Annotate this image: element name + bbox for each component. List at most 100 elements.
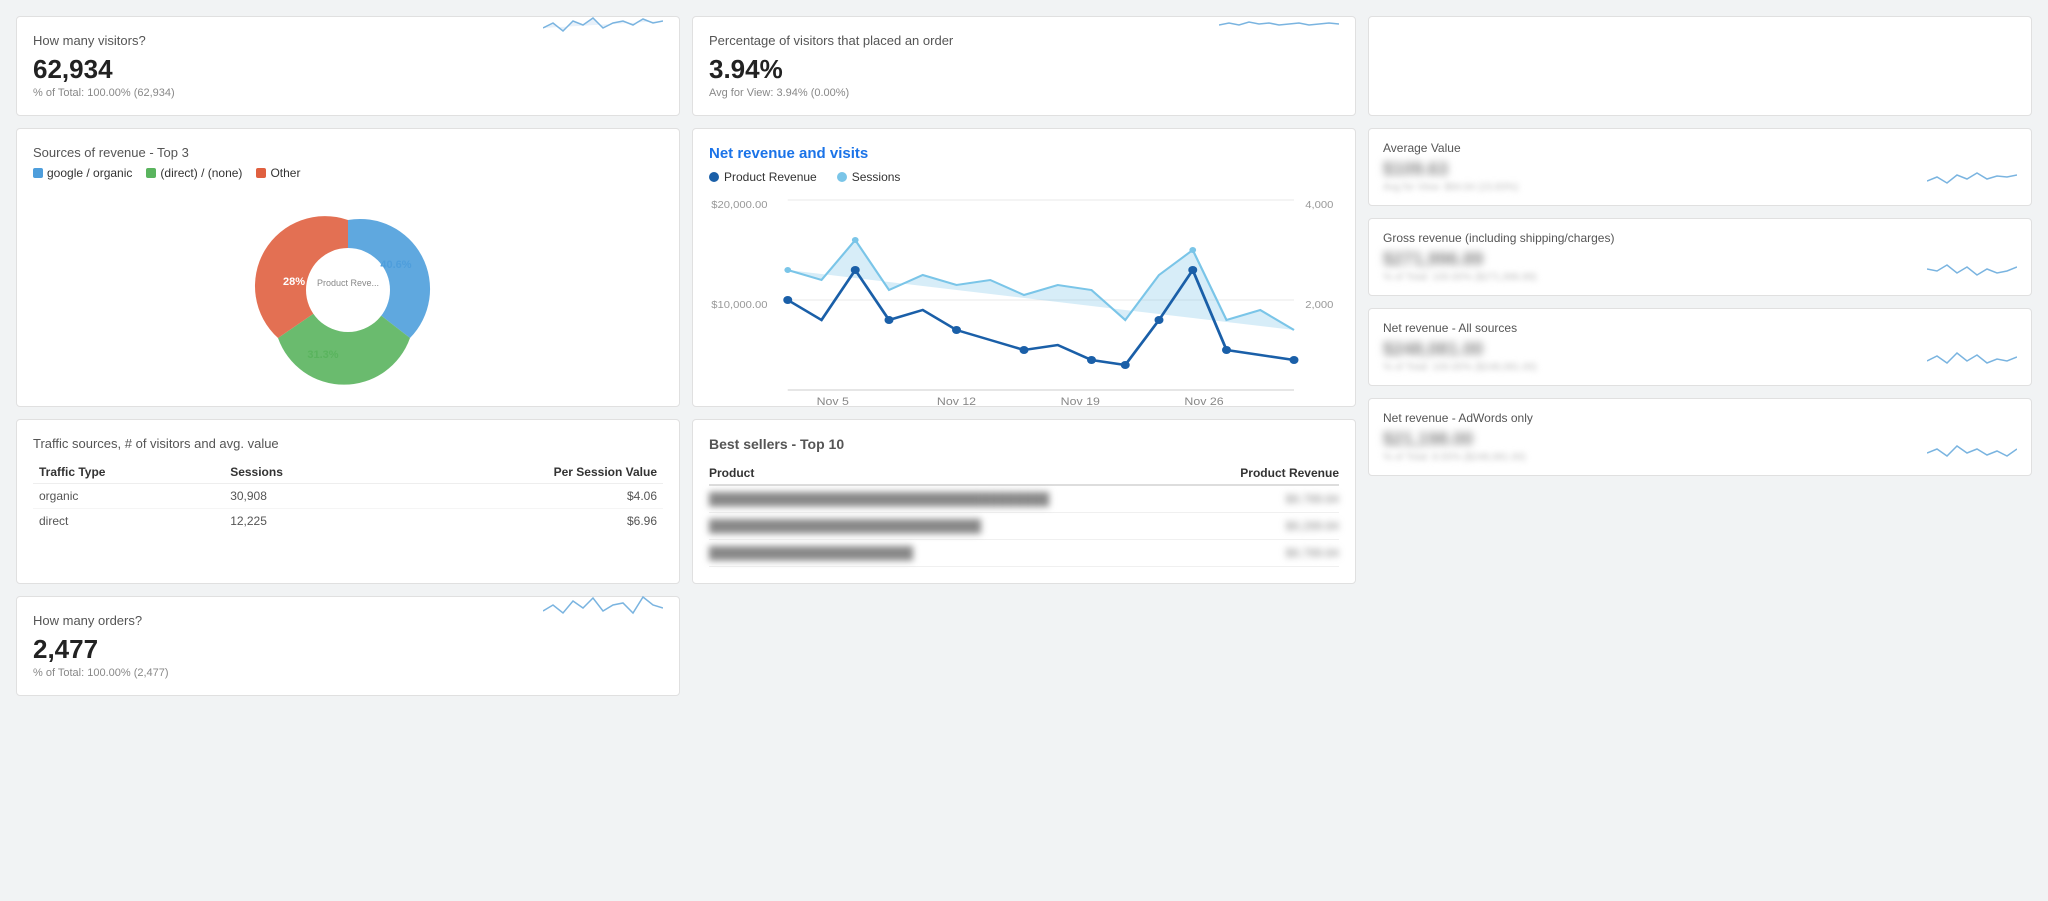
legend-circle-revenue	[709, 172, 719, 182]
traffic-sessions-organic: 30,908	[224, 484, 382, 509]
conversion-value: 3.94%	[709, 54, 1219, 85]
svg-text:$10,000.00: $10,000.00	[711, 300, 767, 311]
right-metric-0-card	[1368, 16, 2032, 116]
bestsellers-title: Best sellers - Top 10	[709, 436, 1339, 452]
avg-value-value: $109.63	[1383, 159, 1518, 180]
col-per-session-value: Per Session Value	[382, 461, 663, 484]
net-revenue-legend: Product Revenue Sessions	[709, 170, 1339, 184]
legend-dot-direct	[146, 168, 156, 178]
net-revenue-all-row: $248,081.00 % of Total: 100.00% ($248,08…	[1383, 339, 2017, 373]
svg-text:2,000: 2,000	[1305, 300, 1333, 311]
traffic-value-organic: $4.06	[382, 484, 663, 509]
net-revenue-all-sub: % of Total: 100.00% ($248,081.00)	[1383, 362, 1537, 373]
orders-card: How many orders? 2,477 % of Total: 100.0…	[16, 596, 680, 696]
sources-card: Sources of revenue - Top 3 google / orga…	[16, 128, 680, 407]
gross-revenue-card: Gross revenue (including shipping/charge…	[1368, 218, 2032, 296]
svg-text:31.3%: 31.3%	[307, 349, 338, 361]
gross-revenue-title: Gross revenue (including shipping/charge…	[1383, 231, 2017, 245]
legend-label-google: google / organic	[47, 166, 132, 180]
svg-text:Product Reve...: Product Reve...	[317, 278, 379, 288]
right-col: Average Value $109.63 Avg for View: $94.…	[1368, 128, 2032, 584]
avg-value-row: $109.63 Avg for View: $94.64 (15.83%)	[1383, 159, 2017, 193]
visitors-sparkline	[543, 3, 663, 43]
col-traffic-type: Traffic Type	[33, 461, 224, 484]
net-revenue-chart: $20,000.00 $10,000.00 4,000 2,000	[709, 190, 1339, 390]
svg-text:40.6%: 40.6%	[380, 259, 411, 271]
net-revenue-all-value: $248,081.00	[1383, 339, 1537, 360]
traffic-header-row: Traffic Type Sessions Per Session Value	[33, 461, 663, 484]
bs-product-3: ████████████████████████	[709, 540, 1197, 567]
traffic-type-direct: direct	[33, 509, 224, 534]
bs-header-row: Product Product Revenue	[709, 462, 1339, 485]
conversion-card: Percentage of visitors that placed an or…	[692, 16, 1356, 116]
visitors-value: 62,934	[33, 54, 543, 85]
bestsellers-card: Best sellers - Top 10 Product Product Re…	[692, 419, 1356, 584]
traffic-row-organic: organic 30,908 $4.06	[33, 484, 663, 509]
svg-text:Nov 19: Nov 19	[1061, 396, 1100, 408]
bestsellers-table: Product Product Revenue ████████████████…	[709, 462, 1339, 567]
svg-text:Nov 26: Nov 26	[1184, 396, 1223, 408]
bs-row-2: ████████████████████████████████ $9,289.…	[709, 513, 1339, 540]
traffic-row-direct: direct 12,225 $6.96	[33, 509, 663, 534]
conversion-sparkline	[1219, 3, 1339, 43]
bs-col-product: Product	[709, 462, 1197, 485]
bs-product-2: ████████████████████████████████	[709, 513, 1197, 540]
traffic-table: Traffic Type Sessions Per Session Value …	[33, 461, 663, 533]
sources-title: Sources of revenue - Top 3	[33, 145, 663, 160]
conversion-subtitle: Avg for View: 3.94% (0.00%)	[709, 87, 1219, 99]
col-sessions: Sessions	[224, 461, 382, 484]
conversion-title: Percentage of visitors that placed an or…	[709, 33, 1219, 48]
orders-sparkline	[543, 583, 663, 623]
svg-text:28%: 28%	[283, 276, 305, 288]
sources-legend: google / organic (direct) / (none) Other	[33, 166, 663, 180]
net-revenue-adwords-row: $21,198.00 % of Total: 8.55% ($248,081.0…	[1383, 429, 2017, 463]
orders-subtitle: % of Total: 100.00% (2,477)	[33, 667, 543, 679]
avg-value-sub: Avg for View: $94.64 (15.83%)	[1383, 182, 1518, 193]
net-revenue-adwords-sub: % of Total: 8.55% ($248,081.00)	[1383, 452, 1526, 463]
legend-label-other: Other	[270, 166, 300, 180]
legend-dot-google	[33, 168, 43, 178]
net-revenue-all-title: Net revenue - All sources	[1383, 321, 2017, 335]
bs-col-revenue: Product Revenue	[1197, 462, 1339, 485]
legend-product-revenue: Product Revenue	[709, 170, 817, 184]
net-revenue-card: Net revenue and visits Product Revenue S…	[692, 128, 1356, 407]
avg-value-title: Average Value	[1383, 141, 2017, 155]
gross-revenue-sub: % of Total: 100.00% ($271,996.89)	[1383, 272, 1537, 283]
bs-revenue-3: $9,789.84	[1197, 540, 1339, 567]
orders-title: How many orders?	[33, 613, 543, 628]
traffic-sessions-direct: 12,225	[224, 509, 382, 534]
traffic-type-organic: organic	[33, 484, 224, 509]
legend-circle-sessions	[837, 172, 847, 182]
bs-row-3: ████████████████████████ $9,789.84	[709, 540, 1339, 567]
visitors-card: How many visitors? 62,934 % of Total: 10…	[16, 16, 680, 116]
legend-dot-other	[256, 168, 266, 178]
legend-label-revenue: Product Revenue	[724, 170, 817, 184]
visitors-subtitle: % of Total: 100.00% (62,934)	[33, 87, 543, 99]
bs-revenue-2: $9,289.84	[1197, 513, 1339, 540]
gross-revenue-value: $271,996.89	[1383, 249, 1537, 270]
legend-item-other: Other	[256, 166, 300, 180]
traffic-title: Traffic sources, # of visitors and avg. …	[33, 436, 663, 451]
svg-text:Nov 12: Nov 12	[937, 396, 976, 408]
bs-product-1: ████████████████████████████████████████	[709, 485, 1197, 513]
svg-text:Nov 5: Nov 5	[817, 396, 850, 408]
net-revenue-all-card: Net revenue - All sources $248,081.00 % …	[1368, 308, 2032, 386]
avg-value-card: Average Value $109.63 Avg for View: $94.…	[1368, 128, 2032, 206]
net-revenue-title: Net revenue and visits	[709, 145, 1339, 162]
traffic-card: Traffic sources, # of visitors and avg. …	[16, 419, 680, 584]
gross-revenue-row: $271,996.89 % of Total: 100.00% ($271,99…	[1383, 249, 2017, 283]
bs-row-1: ████████████████████████████████████████…	[709, 485, 1339, 513]
donut-chart: Product Reve... 40.6% 31.3% 28%	[33, 190, 663, 390]
bs-revenue-1: $9,789.84	[1197, 485, 1339, 513]
traffic-value-direct: $6.96	[382, 509, 663, 534]
svg-text:4,000: 4,000	[1305, 200, 1333, 211]
svg-text:$20,000.00: $20,000.00	[711, 200, 767, 211]
net-revenue-adwords-title: Net revenue - AdWords only	[1383, 411, 2017, 425]
legend-item-google: google / organic	[33, 166, 132, 180]
net-revenue-adwords-value: $21,198.00	[1383, 429, 1526, 450]
net-revenue-adwords-card: Net revenue - AdWords only $21,198.00 % …	[1368, 398, 2032, 476]
visitors-title: How many visitors?	[33, 33, 543, 48]
orders-value: 2,477	[33, 634, 543, 665]
legend-item-direct: (direct) / (none)	[146, 166, 242, 180]
dashboard: How many visitors? 62,934 % of Total: 10…	[16, 16, 2032, 696]
